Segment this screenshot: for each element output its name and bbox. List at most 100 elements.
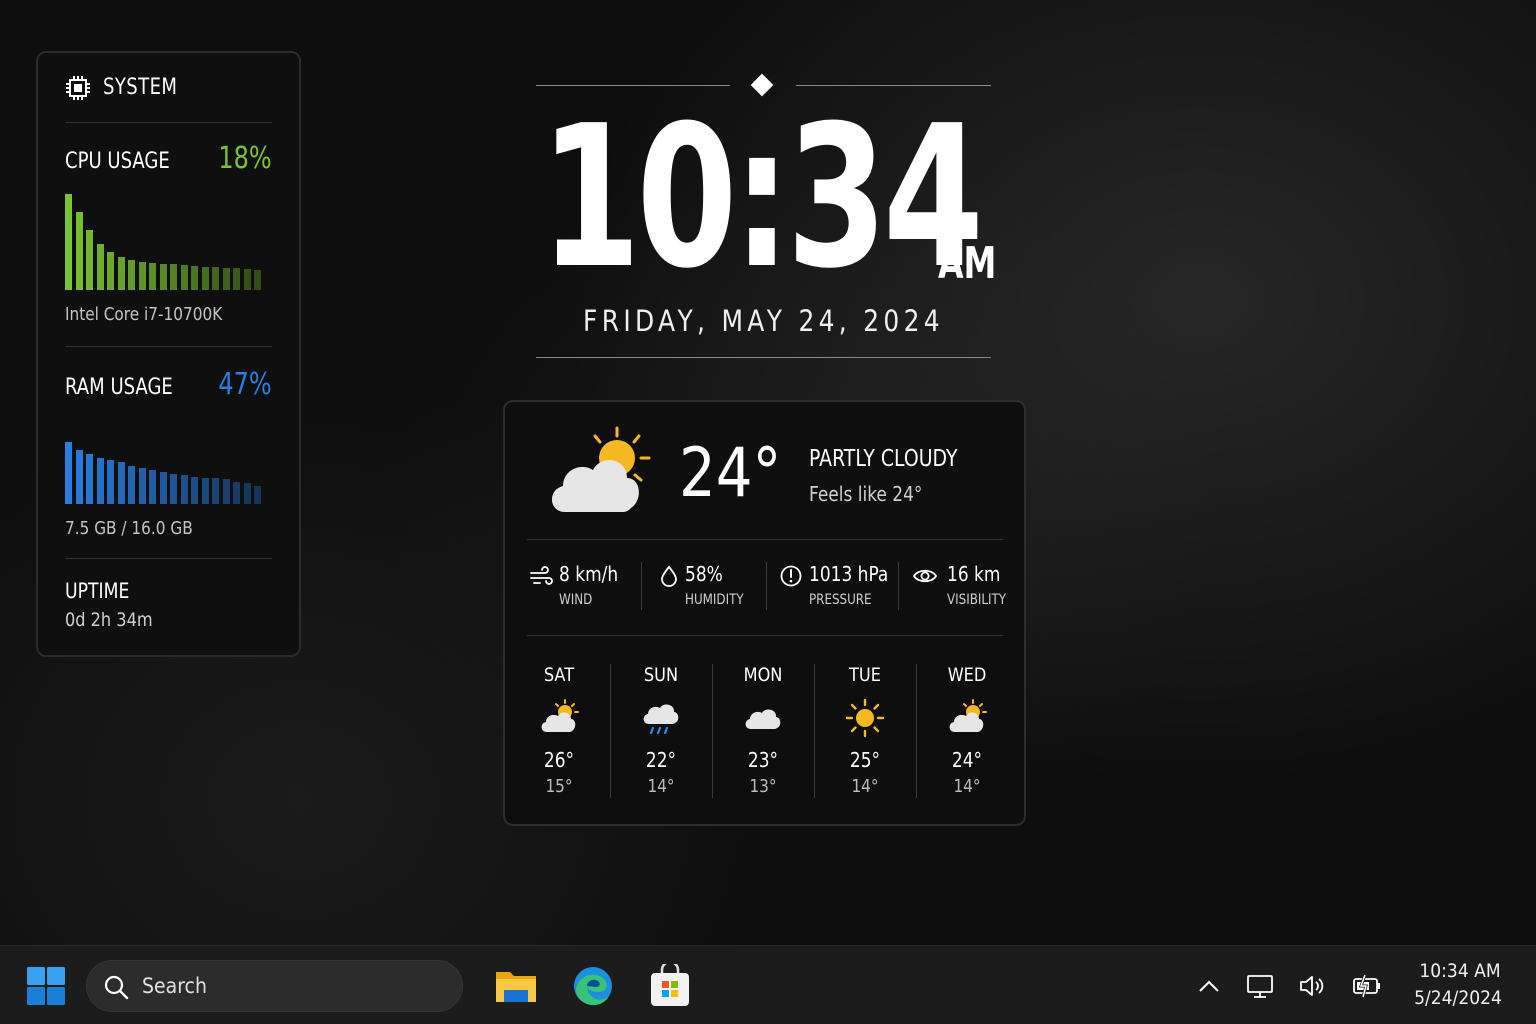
usage-bar — [107, 460, 114, 504]
stat-visibility: 16 km VISIBILITY — [913, 540, 1013, 635]
forecast-day: SUN 22° 14° — [610, 664, 712, 800]
display-icon[interactable] — [1245, 972, 1275, 1000]
usage-bar — [138, 468, 146, 504]
taskbar-clock-time[interactable]: 10:34 AM — [1406, 960, 1514, 982]
feels-like: Feels like 24° — [809, 482, 923, 506]
stat-pressure: 1013 hPa PRESSURE — [779, 540, 897, 635]
stat-divider — [641, 562, 642, 610]
usage-bar — [86, 230, 93, 290]
uptime-value: 0d 2h 34m — [65, 609, 153, 631]
visibility-icon — [913, 569, 937, 583]
windows-start-icon[interactable] — [26, 966, 66, 1006]
current-weather: 24° PARTLY CLOUDY Feels like 24° — [527, 424, 1003, 540]
clock-ampm: AM — [938, 238, 997, 289]
forecast-day: MON 23° 13° — [712, 664, 814, 800]
forecast-high: 26° — [543, 748, 575, 772]
forecast-day-name: MON — [743, 664, 783, 686]
usage-bar — [86, 454, 93, 504]
volume-icon[interactable] — [1298, 972, 1328, 1000]
search-icon — [104, 975, 129, 1000]
humidity-label: HUMIDITY — [685, 592, 744, 608]
pressure-icon — [780, 565, 802, 587]
cpu-usage-graph — [65, 190, 272, 290]
forecast-high: 23° — [747, 748, 779, 772]
usage-bar — [222, 479, 230, 504]
usage-bar — [243, 483, 251, 504]
forecast-day: SAT 26° 15° — [508, 664, 610, 800]
rain-icon — [643, 704, 679, 735]
usage-bar — [233, 268, 240, 290]
usage-bar — [212, 267, 219, 290]
usage-bar — [180, 475, 188, 504]
usage-bar — [96, 458, 104, 504]
store-icon[interactable] — [648, 964, 692, 1008]
system-panel: SYSTEM CPU USAGE 18% Intel Core i7-10700… — [36, 51, 301, 657]
cpu-section: CPU USAGE 18% Intel Core i7-10700K — [65, 123, 272, 347]
chip-icon — [66, 75, 90, 100]
usage-bar — [128, 260, 135, 290]
forecast-low: 14° — [647, 776, 675, 797]
cloudy-icon — [745, 709, 781, 729]
taskbar-clock-date[interactable]: 5/24/2024 — [1404, 987, 1512, 1009]
forecast-day: WED 24° 14° — [916, 664, 1018, 800]
cpu-value: 18% — [218, 141, 272, 176]
forecast-day-name: WED — [947, 664, 987, 686]
usage-bar — [138, 262, 146, 290]
wind-value: 8 km/h — [559, 562, 619, 586]
search-input[interactable]: Search — [86, 960, 463, 1012]
usage-bar — [254, 486, 261, 504]
visibility-label: VISIBILITY — [947, 592, 1007, 608]
usage-bar — [170, 474, 177, 504]
usage-bar — [191, 266, 198, 290]
usage-bar — [107, 252, 114, 290]
humidity-value: 58% — [685, 562, 723, 586]
chevron-up-icon[interactable] — [1194, 972, 1224, 1000]
ram-value: 47% — [218, 367, 272, 402]
usage-bar — [212, 478, 219, 504]
current-temperature: 24° — [679, 434, 782, 513]
ram-detail: 7.5 GB / 16.0 GB — [65, 518, 193, 539]
stat-humidity: 58% HUMIDITY — [655, 540, 765, 635]
usage-bar — [159, 472, 167, 504]
usage-bar — [65, 194, 72, 290]
battery-charging-icon[interactable] — [1352, 972, 1382, 1000]
ram-section: RAM USAGE 47% 7.5 GB / 16.0 GB — [65, 347, 272, 559]
search-placeholder: Search — [142, 974, 207, 998]
edge-icon[interactable] — [571, 964, 615, 1008]
cpu-label: CPU USAGE — [65, 149, 170, 174]
stat-divider — [898, 562, 899, 610]
file-explorer-icon[interactable] — [494, 964, 538, 1008]
usage-bar — [65, 442, 72, 504]
taskbar: Search 10:34 AM 5/24/2024 — [0, 945, 1536, 1024]
forecast-low: 14° — [851, 776, 879, 797]
partly-cloudy-icon — [551, 426, 651, 512]
usage-bar — [254, 270, 261, 290]
cpu-model: Intel Core i7-10700K — [65, 304, 223, 325]
usage-bar — [75, 450, 83, 504]
sunny-icon — [845, 698, 885, 738]
usage-bar — [201, 478, 209, 504]
clock-time: 10:34 — [540, 84, 984, 312]
usage-bar — [222, 268, 230, 290]
ram-label: RAM USAGE — [65, 375, 173, 400]
usage-bar — [159, 264, 167, 290]
clock-divider-bottom — [536, 357, 991, 358]
humidity-icon — [661, 565, 677, 587]
usage-bar — [149, 470, 156, 504]
forecast-low: 14° — [953, 776, 981, 797]
usage-bar — [75, 212, 83, 290]
system-title: SYSTEM — [103, 75, 178, 100]
usage-bar — [170, 264, 177, 290]
partly-cloudy-icon — [541, 699, 579, 732]
forecast-high: 25° — [849, 748, 881, 772]
forecast-day-name: TUE — [849, 664, 881, 686]
forecast-day-name: SAT — [543, 664, 575, 686]
wind-icon — [530, 566, 553, 585]
forecast-high: 24° — [951, 748, 983, 772]
usage-bar — [180, 265, 188, 290]
stat-divider — [766, 562, 767, 610]
stat-wind: 8 km/h WIND — [527, 540, 637, 635]
forecast-low: 15° — [545, 776, 573, 797]
usage-bar — [201, 267, 209, 290]
forecast-day: TUE 25° 14° — [814, 664, 916, 800]
